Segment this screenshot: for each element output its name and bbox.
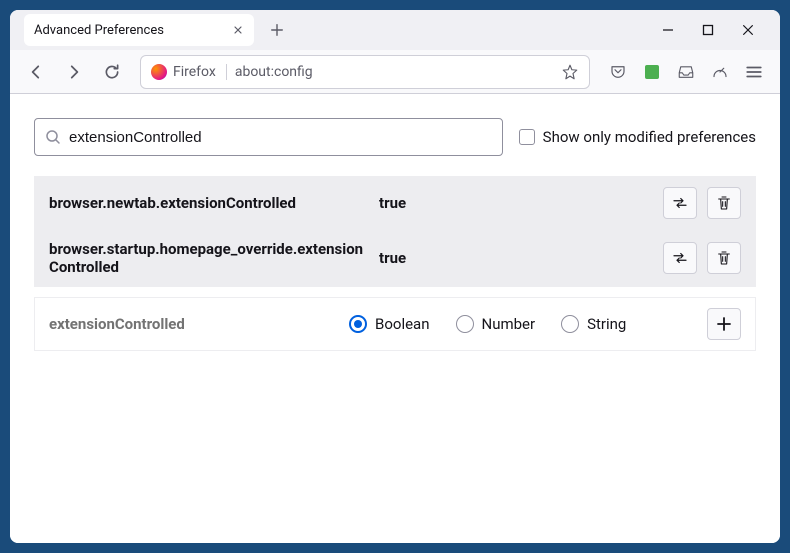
back-button[interactable] xyxy=(20,56,52,88)
type-radio-group: Boolean Number String xyxy=(349,315,707,333)
navbar: Firefox about:config xyxy=(10,50,780,94)
pref-value: true xyxy=(379,194,663,212)
radio-icon xyxy=(456,315,474,333)
show-modified-checkbox[interactable]: Show only modified preferences xyxy=(519,128,756,146)
search-box[interactable] xyxy=(34,118,503,156)
radio-label: String xyxy=(587,315,626,333)
url-text: about:config xyxy=(235,64,553,80)
extension-icon[interactable] xyxy=(642,62,662,82)
radio-icon xyxy=(349,315,367,333)
pref-actions xyxy=(663,242,741,274)
menu-icon[interactable] xyxy=(744,62,764,82)
toggle-button[interactable] xyxy=(663,242,697,274)
titlebar: Advanced Preferences xyxy=(10,10,780,50)
delete-button[interactable] xyxy=(707,187,741,219)
pref-actions xyxy=(663,187,741,219)
checkbox-label: Show only modified preferences xyxy=(543,128,756,146)
pref-value: true xyxy=(379,249,663,267)
radio-number[interactable]: Number xyxy=(456,315,536,333)
search-icon xyxy=(45,129,61,145)
add-button[interactable] xyxy=(707,308,741,340)
toolbar-icons xyxy=(602,62,770,82)
pref-row: browser.newtab.extensionControlled true xyxy=(35,176,755,229)
inbox-icon[interactable] xyxy=(676,62,696,82)
new-tab-button[interactable] xyxy=(262,15,292,45)
new-pref-name: extensionControlled xyxy=(49,315,349,333)
reload-button[interactable] xyxy=(96,56,128,88)
checkbox-icon xyxy=(519,129,535,145)
new-pref-row-container: extensionControlled Boolean Number Strin… xyxy=(34,297,756,351)
identity-label: Firefox xyxy=(173,64,216,80)
window-close-button[interactable] xyxy=(738,23,758,37)
urlbar-identity[interactable]: Firefox xyxy=(151,64,227,80)
new-pref-row: extensionControlled Boolean Number Strin… xyxy=(35,297,755,350)
close-icon[interactable] xyxy=(232,24,244,36)
pref-name: browser.startup.homepage_override.extens… xyxy=(49,240,379,276)
radio-boolean[interactable]: Boolean xyxy=(349,315,430,333)
urlbar[interactable]: Firefox about:config xyxy=(140,55,590,89)
bookmark-icon[interactable] xyxy=(561,63,579,81)
pref-name: browser.newtab.extensionControlled xyxy=(49,194,379,212)
firefox-logo-icon xyxy=(151,64,167,80)
forward-button[interactable] xyxy=(58,56,90,88)
new-pref-actions xyxy=(707,308,741,340)
maximize-button[interactable] xyxy=(698,24,718,36)
radio-label: Boolean xyxy=(375,315,430,333)
radio-string[interactable]: String xyxy=(561,315,626,333)
minimize-button[interactable] xyxy=(658,23,678,37)
search-row: Show only modified preferences xyxy=(34,118,756,156)
delete-button[interactable] xyxy=(707,242,741,274)
radio-label: Number xyxy=(482,315,536,333)
tab-title: Advanced Preferences xyxy=(34,23,224,38)
toggle-button[interactable] xyxy=(663,187,697,219)
window-controls xyxy=(658,23,772,37)
tab-advanced-preferences[interactable]: Advanced Preferences xyxy=(24,14,254,46)
about-config-content: Show only modified preferences browser.n… xyxy=(10,94,780,543)
radio-icon xyxy=(561,315,579,333)
pocket-icon[interactable] xyxy=(608,62,628,82)
pref-list: browser.newtab.extensionControlled true … xyxy=(34,176,756,287)
search-input[interactable] xyxy=(69,129,492,146)
pref-row: browser.startup.homepage_override.extens… xyxy=(35,229,755,286)
dashboard-icon[interactable] xyxy=(710,62,730,82)
browser-window: Advanced Preferences xyxy=(10,10,780,543)
